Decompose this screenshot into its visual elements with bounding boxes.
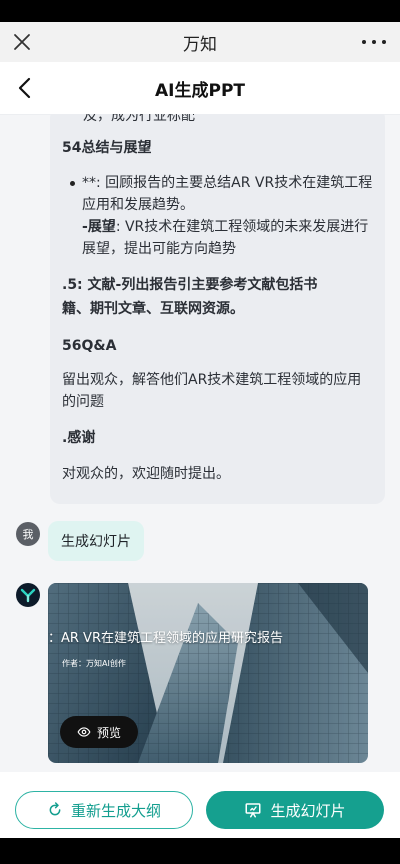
- preview-label: 预览: [96, 725, 121, 740]
- outline-section-title: 56Q&A: [62, 338, 117, 354]
- status-bar: [0, 0, 400, 22]
- regenerate-outline-button[interactable]: 重新生成大纲: [15, 791, 193, 829]
- eye-icon: [77, 727, 91, 737]
- ai-outline-message: 及，成为行业标配 54总结与展望 **: 回顾报告的主要总结AR VR技术在建筑…: [50, 114, 385, 504]
- regenerate-label: 重新生成大纲: [70, 801, 161, 820]
- window-title: 万知: [183, 34, 217, 55]
- user-avatar: 我: [16, 522, 40, 546]
- wanzhi-logo-icon: [16, 583, 40, 607]
- preview-button[interactable]: 预览: [60, 716, 138, 748]
- generate-label: 生成幻灯片: [270, 801, 346, 820]
- outline-thanks-line: 对观众的，欢迎随时提出。: [62, 466, 230, 482]
- app-screen: 万知 AI生成PPT 及，成为行业标配 54总结与展望 **: 回顾报告的主要总…: [0, 0, 400, 864]
- outlook-text: : VR技术在建筑工程领域的未来发展进行: [115, 219, 369, 235]
- slide-preview-card[interactable]: ：AR VR在建筑工程领域的应用研究报告 作者：万知AI创作 预览: [48, 583, 368, 763]
- user-message-bubble: 生成幻灯片: [48, 521, 144, 561]
- close-icon[interactable]: [10, 30, 34, 54]
- chat-area[interactable]: 及，成为行业标配 54总结与展望 **: 回顾报告的主要总结AR VR技术在建筑…: [0, 114, 400, 772]
- outlook-label: -展望: [82, 219, 116, 235]
- more-icon[interactable]: [362, 31, 386, 53]
- outline-references-line: 籍、期刊文章、互联网资源。: [62, 301, 244, 317]
- page-header: AI生成PPT: [0, 62, 400, 115]
- outline-section-title: 54总结与展望: [62, 140, 152, 156]
- chevron-left-icon[interactable]: [14, 76, 38, 100]
- outline-bullet-line: 应用和发展趋势。: [82, 197, 194, 213]
- outline-references-line: .5: 文献-列出报告引主要参考文献包括书: [62, 277, 318, 293]
- bottom-action-bar: 重新生成大纲 生成幻灯片: [0, 772, 400, 838]
- refresh-icon: [49, 802, 61, 816]
- outline-text-partial: 及，成为行业标配: [83, 114, 195, 124]
- outline-qa-line: 的问题: [62, 394, 104, 410]
- slide-title: ：AR VR在建筑工程领域的应用研究报告: [48, 631, 283, 646]
- outline-qa-line: 留出观众，解答他们AR技术建筑工程领域的应用: [62, 372, 362, 388]
- generate-slides-button[interactable]: 生成幻灯片: [206, 791, 384, 829]
- presentation-icon: [245, 803, 261, 818]
- outline-outlook-line: -展望: VR技术在建筑工程领域的未来发展进行: [82, 216, 368, 238]
- bullet-dot: [70, 181, 75, 186]
- slide-author: 作者：万知AI创作: [62, 659, 126, 668]
- outline-section-title: .感谢: [62, 430, 96, 446]
- outline-bullet-line: **: 回顾报告的主要总结AR VR技术在建筑工程: [82, 175, 373, 191]
- window-titlebar: 万知: [0, 22, 400, 62]
- page-title: AI生成PPT: [155, 80, 245, 101]
- outline-outlook-line: 展望，提出可能方向趋势: [82, 241, 236, 257]
- system-nav-bar: [0, 838, 400, 864]
